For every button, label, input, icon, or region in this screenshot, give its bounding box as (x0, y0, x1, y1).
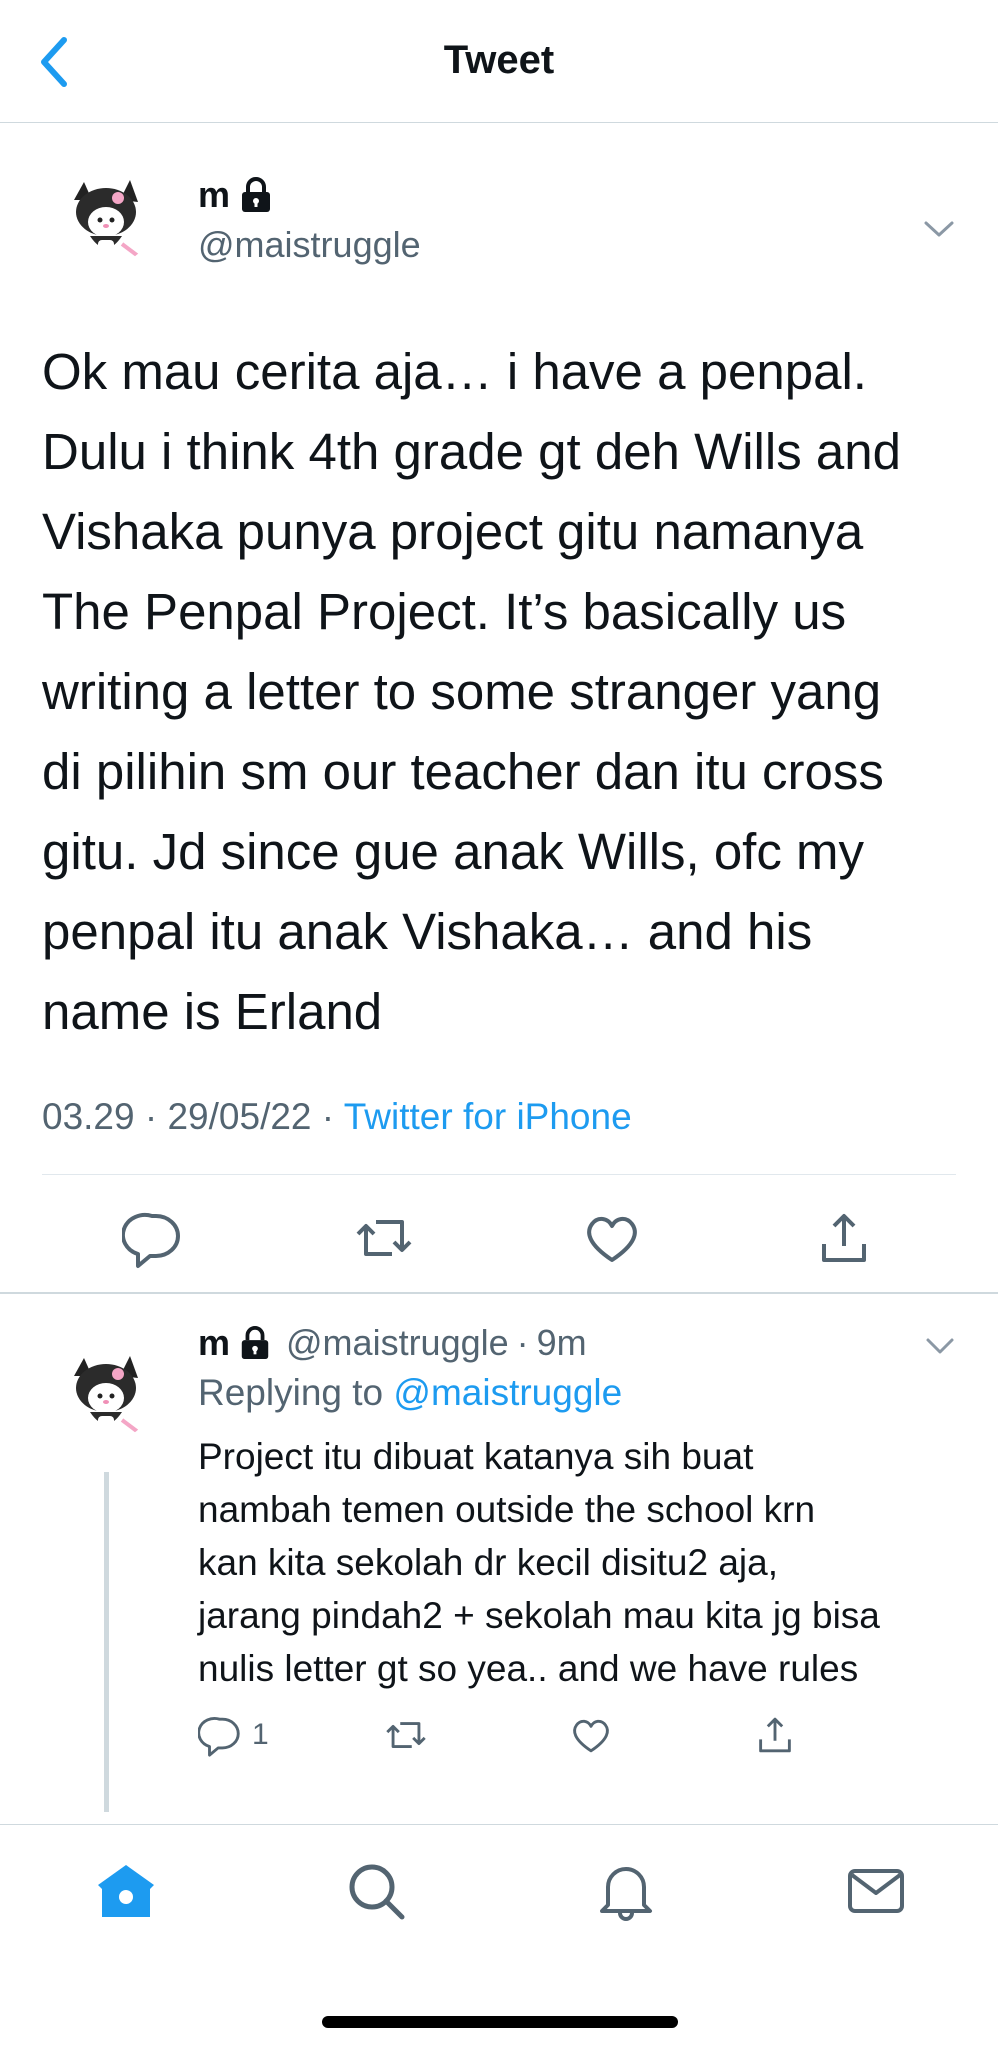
reply-author-row: m @maistruggle · 9m (198, 1322, 587, 1364)
reply-button[interactable]: 1 (198, 1710, 269, 1760)
replying-to: Replying to @maistruggle (198, 1372, 622, 1414)
tweet-text-line: Dulu i think 4th grade gt deh Wills and (42, 423, 901, 480)
page-title: Tweet (443, 38, 555, 82)
chevron-down-icon[interactable] (922, 1328, 958, 1364)
section-divider (0, 1292, 998, 1294)
share-button[interactable] (752, 1710, 798, 1760)
home-icon[interactable] (94, 1859, 158, 1923)
display-name[interactable]: m (198, 174, 230, 216)
reply-text-line: nulis letter gt so yea.. and we have rul… (198, 1648, 859, 1689)
tweet-text-line: Ok mau cerita aja… i have a penpal. (42, 343, 867, 400)
meta-separator: · (321, 1096, 335, 1137)
tweet-date: 29/05/22 (167, 1096, 312, 1137)
like-icon[interactable] (580, 1206, 644, 1270)
mention-link[interactable]: @maistruggle (393, 1372, 622, 1413)
tweet-text-line: The Penpal Project. It’s basically us (42, 583, 847, 640)
retweet-icon[interactable] (352, 1206, 416, 1270)
display-name[interactable]: m (198, 1322, 230, 1364)
avatar[interactable] (58, 170, 154, 266)
tweet-text-line: writing a letter to some stranger yang (42, 663, 882, 720)
tweet-text-line: di pilihin sm our teacher dan itu cross (42, 743, 884, 800)
reply-text-line: kan kita sekolah dr kecil disitu2 aja, (198, 1542, 778, 1583)
tweet-text-line: Vishaka punya project gitu namanya (42, 503, 864, 560)
messages-icon[interactable] (844, 1859, 908, 1923)
tweet-text-line: name is Erland (42, 983, 383, 1040)
tweet-actions (0, 1206, 998, 1276)
like-button[interactable] (568, 1710, 614, 1760)
reply-count: 1 (252, 1718, 269, 1751)
handle[interactable]: @maistruggle (286, 1322, 509, 1364)
reply-text: Project itu dibuat katanya sih buat namb… (198, 1430, 978, 1695)
meta-separator: · (516, 1322, 529, 1363)
home-indicator[interactable] (322, 2016, 678, 2028)
search-icon[interactable] (344, 1859, 408, 1923)
share-icon[interactable] (812, 1206, 876, 1270)
lock-icon (242, 177, 271, 212)
reply-icon[interactable] (122, 1206, 186, 1270)
reply-text-line: Project itu dibuat katanya sih buat (198, 1436, 754, 1477)
like-icon (573, 1719, 609, 1753)
tweet-source-link[interactable]: Twitter for iPhone (344, 1096, 632, 1137)
tweet-text-line: penpal itu anak Vishaka… and his (42, 903, 813, 960)
tweet-text-line: gitu. Jd since gue anak Wills, ofc my (42, 823, 865, 880)
tweet-metadata: 03.29 · 29/05/22 · Twitter for iPhone (42, 1096, 632, 1138)
author-name-row: m (198, 174, 274, 216)
divider (42, 1174, 956, 1175)
tweet-age: 9m (536, 1322, 587, 1363)
avatar[interactable] (58, 1346, 154, 1442)
meta-separator: · (144, 1096, 158, 1137)
notifications-icon[interactable] (594, 1859, 658, 1923)
reply-text-line: jarang pindah2 + sekolah mau kita jg bis… (198, 1595, 880, 1636)
chevron-down-icon[interactable] (920, 210, 958, 248)
retweet-button[interactable] (383, 1710, 429, 1760)
top-bar: Tweet (0, 0, 998, 123)
reply-actions: 1 (0, 1710, 998, 1770)
lock-icon (241, 1326, 269, 1360)
handle[interactable]: @maistruggle (198, 224, 421, 266)
bottom-tab-bar (0, 1824, 998, 2048)
reply-icon (198, 1717, 240, 1757)
tweet-text: Ok mau cerita aja… i have a penpal. Dulu… (42, 332, 962, 1052)
reply-text-line: nambah temen outside the school krn (198, 1489, 816, 1530)
share-icon (759, 1717, 791, 1753)
tweet-time: 03.29 (42, 1096, 135, 1137)
replying-label: Replying to (198, 1372, 384, 1413)
retweet-icon (386, 1722, 426, 1748)
